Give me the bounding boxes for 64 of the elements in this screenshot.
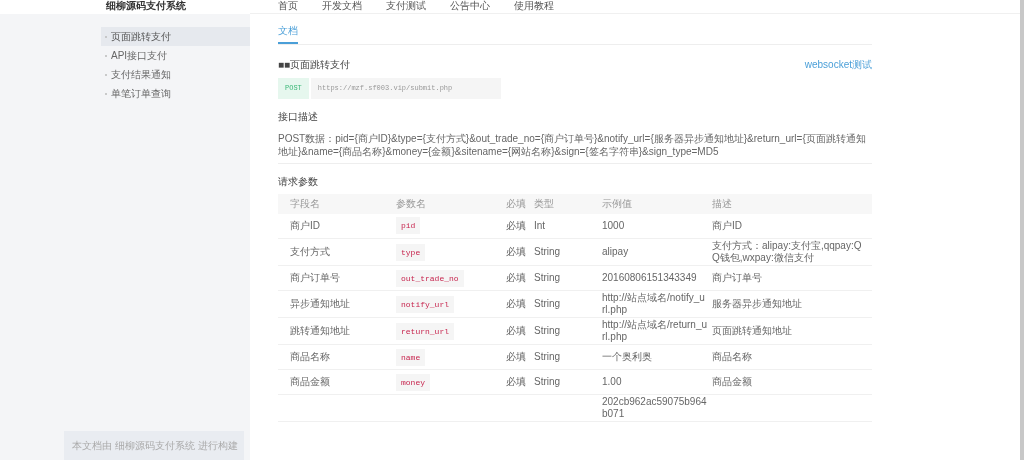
table-cell: String (534, 351, 561, 362)
table-cell: 1.00 (602, 376, 622, 387)
column-header: 参数名 (396, 193, 506, 214)
table-cell: 一个奥利奥 (602, 351, 652, 362)
param-code: pid (396, 217, 421, 235)
table-cell: 支付方式：alipay:支付宝,qqpay:QQ钱包,wxpay:微信支付 (712, 240, 862, 263)
param-code: notify_url (396, 295, 454, 313)
nav-link[interactable]: 公告中心 (450, 0, 490, 11)
table-cell: 必填 (506, 246, 526, 257)
table-cell: alipay (602, 246, 629, 257)
column-header: 必填 (506, 193, 534, 214)
column-header: 描述 (712, 193, 872, 214)
param-code: out_trade_no (396, 269, 464, 287)
table-cell: 支付方式 (290, 246, 330, 257)
table-cell: 商户订单号 (712, 272, 762, 283)
param-code: money (396, 373, 430, 391)
param-code: type (396, 243, 426, 261)
sidebar-footer: 本文档由 细柳源码支付系统 进行构建 (64, 431, 244, 460)
section-heading: 接口描述 (278, 109, 319, 124)
table-cell: 页面跳转通知地址 (712, 325, 792, 336)
table-cell: String (534, 376, 561, 387)
param-code: return_url (396, 322, 454, 340)
table-cell: 必填 (506, 219, 526, 231)
table-cell: 1000 (602, 219, 625, 231)
nav-link[interactable]: 使用教程 (514, 0, 554, 11)
param-code: name (396, 348, 426, 366)
nav-link[interactable]: 开发文档 (322, 0, 362, 11)
nav-link[interactable]: 支付测试 (386, 0, 426, 11)
table-cell: 必填 (506, 325, 526, 336)
nav-link[interactable]: 首页 (278, 0, 298, 11)
table-cell: 商户ID (290, 219, 320, 231)
table-cell: 必填 (506, 298, 526, 309)
table-cell: 商品金额 (290, 376, 330, 387)
sidebar-item[interactable]: 页面跳转支付 (101, 27, 250, 46)
table-cell: 跳转通知地址 (290, 325, 350, 336)
section-title: ■■页面跳转支付 (278, 58, 351, 72)
table-cell: 必填 (506, 376, 526, 387)
column-header: 类型 (534, 193, 602, 214)
description-text: POST数据：pid={商户ID}&type={支付方式}&out_trade_no={商户订单号}&notify_url={服务器异步通知地址}&return_url={页面跳转通知地址}&name={商品名称}&money={金额}&sitename={网站名称}&sign={签名字符串}&sign_type=MD5 (278, 131, 872, 164)
section-heading: 请求参数 (278, 174, 319, 189)
table-cell: String (534, 325, 561, 336)
site-title: 细柳源码支付系统 (106, 0, 186, 11)
sidebar-item[interactable]: API接口支付 (101, 46, 250, 65)
table-cell: 202cb962ac59075b964b071 (602, 396, 707, 419)
sidebar-item[interactable]: 单笔订单查询 (101, 84, 250, 103)
sidebar-item[interactable]: 支付结果通知 (101, 65, 250, 84)
table-cell: 商户订单号 (290, 272, 340, 283)
table-cell: 异步通知地址 (290, 298, 350, 309)
table-cell: 商户ID (712, 219, 742, 231)
table-cell: http://站点域名/return_url.php (602, 319, 708, 342)
scrollbar[interactable] (1020, 0, 1024, 460)
table-cell: 必填 (506, 351, 526, 362)
table-cell: String (534, 298, 561, 309)
table-cell: String (534, 246, 561, 257)
table-cell: 商品名称 (712, 351, 752, 362)
table-cell: String (534, 272, 561, 283)
table-cell: 商品名称 (290, 351, 330, 362)
table-cell: Int (534, 219, 546, 231)
column-header: 示例值 (602, 193, 712, 214)
table-cell: 服务器异步通知地址 (712, 298, 802, 309)
table-cell: 商品金额 (712, 376, 752, 387)
table-cell: 20160806151343349 (602, 272, 697, 283)
table-cell: 必填 (506, 272, 526, 283)
column-header: 字段名 (278, 193, 396, 214)
